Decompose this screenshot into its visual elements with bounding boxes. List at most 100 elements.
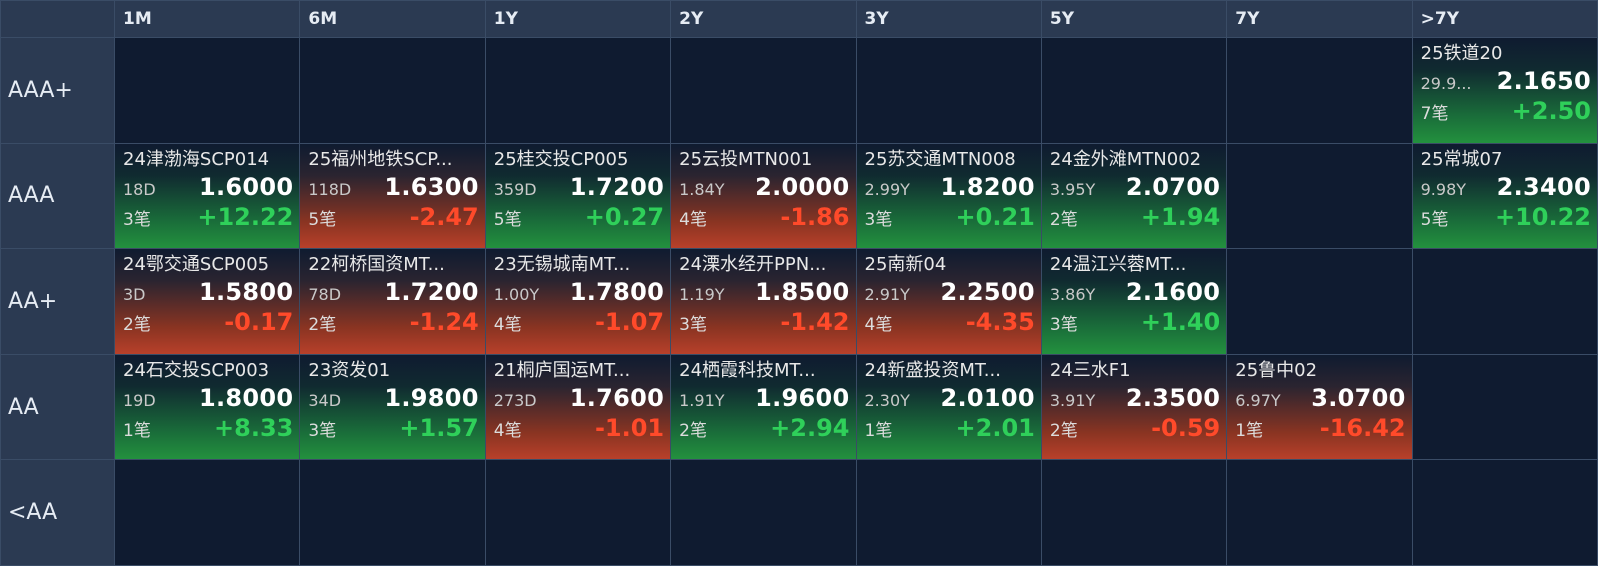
bond-trade-count: 3笔 bbox=[864, 209, 893, 230]
bond-trade-count: 4笔 bbox=[493, 315, 522, 336]
bond-term-yield-row: 3.95Y 2.0700 bbox=[1050, 172, 1220, 202]
grid-cell[interactable]: 23无锡城南MT... 1.00Y 1.7800 4笔 -1.07 bbox=[485, 249, 671, 354]
bond-remaining-term: 6.97Y bbox=[1235, 390, 1281, 410]
grid-cell[interactable]: 25云投MTN001 1.84Y 2.0000 4笔 -1.86 bbox=[671, 143, 856, 249]
bond-count-change-row: 2笔 +1.94 bbox=[1050, 202, 1220, 232]
col-header-5y[interactable]: 5Y bbox=[1041, 1, 1227, 37]
bond-card[interactable]: 24石交投SCP003 19D 1.8000 1笔 +8.33 bbox=[115, 354, 300, 460]
bond-count-change-row: 3笔 +1.57 bbox=[308, 413, 478, 443]
grid-cell[interactable]: 25福州地铁SCP... 118D 1.6300 5笔 -2.47 bbox=[300, 143, 485, 249]
bond-card[interactable]: 25苏交通MTN008 2.99Y 1.8200 3笔 +0.21 bbox=[856, 143, 1041, 249]
bond-term-yield-row: 1.19Y 1.8500 bbox=[679, 277, 849, 307]
bond-term-yield-row: 118D 1.6300 bbox=[308, 172, 478, 202]
grid-cell[interactable]: 24新盛投资MT... 2.30Y 2.0100 1笔 +2.01 bbox=[856, 354, 1041, 460]
bond-term-yield-row: 18D 1.6000 bbox=[123, 172, 293, 202]
grid-cell bbox=[1227, 143, 1412, 249]
grid-cell[interactable]: 24金外滩MTN002 3.95Y 2.0700 2笔 +1.94 bbox=[1041, 143, 1227, 249]
grid-cell bbox=[1412, 354, 1597, 460]
grid-cell[interactable]: 25苏交通MTN008 2.99Y 1.8200 3笔 +0.21 bbox=[856, 143, 1041, 249]
bond-term-yield-row: 78D 1.7200 bbox=[308, 277, 478, 307]
bond-term-yield-row: 34D 1.9800 bbox=[308, 383, 478, 413]
grid-cell bbox=[1227, 38, 1412, 143]
bond-card[interactable]: 25铁道20 29.9... 2.1650 7笔 +2.50 bbox=[1412, 38, 1597, 143]
bond-name: 24鄂交通SCP005 bbox=[123, 254, 270, 276]
bond-card[interactable]: 25常城07 9.98Y 2.3400 5笔 +10.22 bbox=[1412, 143, 1597, 249]
grid-cell bbox=[1041, 460, 1227, 565]
bond-count-change-row: 4笔 -1.07 bbox=[494, 307, 664, 337]
bond-count-change-row: 3笔 +1.40 bbox=[1050, 307, 1220, 337]
col-header-1y[interactable]: 1Y bbox=[485, 1, 671, 37]
bond-remaining-term: 2.30Y bbox=[864, 390, 910, 410]
bond-card[interactable]: 24鄂交通SCP005 3D 1.5800 2笔 -0.17 bbox=[115, 249, 300, 354]
bond-card[interactable]: 21桐庐国运MT... 273D 1.7600 4笔 -1.01 bbox=[485, 354, 671, 460]
bond-card[interactable]: 25桂交投CP005 359D 1.7200 5笔 +0.27 bbox=[485, 143, 671, 249]
bond-remaining-term: 18D bbox=[123, 179, 156, 199]
grid-cell[interactable]: 25铁道20 29.9... 2.1650 7笔 +2.50 bbox=[1412, 38, 1597, 143]
col-header-1m[interactable]: 1M bbox=[115, 1, 300, 37]
grid-cell[interactable]: 22柯桥国资MT... 78D 1.7200 2笔 -1.24 bbox=[300, 249, 485, 354]
row-header-rating[interactable]: AAA bbox=[1, 143, 114, 249]
grid-cell[interactable]: 25鲁中02 6.97Y 3.0700 1笔 -16.42 bbox=[1227, 354, 1412, 460]
bond-yield: 2.2500 bbox=[940, 278, 1035, 307]
bond-yield: 1.7200 bbox=[384, 278, 479, 307]
bond-card[interactable]: 24新盛投资MT... 2.30Y 2.0100 1笔 +2.01 bbox=[856, 354, 1041, 460]
grid-cell[interactable]: 23资发01 34D 1.9800 3笔 +1.57 bbox=[300, 354, 485, 460]
bond-term-yield-row: 6.97Y 3.0700 bbox=[1235, 383, 1405, 413]
row-header-rating[interactable]: <AA bbox=[1, 460, 114, 565]
bond-card[interactable]: 25南新04 2.91Y 2.2500 4笔 -4.35 bbox=[856, 249, 1041, 354]
bond-trade-count: 3笔 bbox=[308, 420, 337, 441]
bond-card[interactable]: 23无锡城南MT... 1.00Y 1.7800 4笔 -1.07 bbox=[485, 249, 671, 354]
bond-remaining-term: 34D bbox=[308, 390, 342, 410]
col-header-6m[interactable]: 6M bbox=[300, 1, 485, 37]
col-header-7y[interactable]: 7Y bbox=[1227, 1, 1412, 37]
bond-trade-count: 2笔 bbox=[1049, 420, 1078, 441]
col-header-3y[interactable]: 3Y bbox=[856, 1, 1041, 37]
grid-cell[interactable]: 25桂交投CP005 359D 1.7200 5笔 +0.27 bbox=[485, 143, 671, 249]
grid-cell[interactable]: 25南新04 2.91Y 2.2500 4笔 -4.35 bbox=[856, 249, 1041, 354]
bond-term-yield-row: 1.00Y 1.7800 bbox=[494, 277, 664, 307]
row-header-rating[interactable]: AAA+ bbox=[1, 38, 114, 143]
grid-cell[interactable]: 24津渤海SCP014 18D 1.6000 3笔 +12.22 bbox=[115, 143, 300, 249]
grid-cell[interactable]: 24温江兴蓉MT... 3.86Y 2.1600 3笔 +1.40 bbox=[1041, 249, 1227, 354]
bond-trade-count: 2笔 bbox=[679, 420, 707, 441]
bond-card[interactable]: 23资发01 34D 1.9800 3笔 +1.57 bbox=[300, 354, 485, 460]
grid-cell[interactable]: 24鄂交通SCP005 3D 1.5800 2笔 -0.17 bbox=[115, 249, 300, 354]
bond-yield: 2.3500 bbox=[1125, 383, 1221, 412]
bond-card[interactable]: 25云投MTN001 1.84Y 2.0000 4笔 -1.86 bbox=[671, 143, 856, 249]
bond-card[interactable]: 24三水F1 3.91Y 2.3500 2笔 -0.59 bbox=[1041, 354, 1227, 460]
grid-cell bbox=[1227, 460, 1412, 565]
bond-card[interactable]: 25福州地铁SCP... 118D 1.6300 5笔 -2.47 bbox=[300, 143, 485, 249]
bond-term-yield-row: 2.99Y 1.8200 bbox=[865, 172, 1035, 202]
bond-card[interactable]: 24溧水经开PPN... 1.19Y 1.8500 3笔 -1.42 bbox=[671, 249, 856, 354]
grid-cell[interactable]: 21桐庐国运MT... 273D 1.7600 4笔 -1.01 bbox=[485, 354, 671, 460]
grid-cell[interactable]: 24栖霞科技MT... 1.91Y 1.9600 2笔 +2.94 bbox=[671, 354, 856, 460]
bond-yield-change: -0.17 bbox=[224, 308, 294, 337]
bond-count-change-row: 5笔 -2.47 bbox=[308, 202, 478, 232]
bond-yield-change: +8.33 bbox=[214, 413, 294, 442]
bond-yield-change: -2.47 bbox=[409, 202, 479, 231]
bond-name: 21桐庐国运MT... bbox=[493, 359, 631, 381]
grid-cell[interactable]: 25常城07 9.98Y 2.3400 5笔 +10.22 bbox=[1412, 143, 1597, 249]
bond-card[interactable]: 25鲁中02 6.97Y 3.0700 1笔 -16.42 bbox=[1227, 354, 1412, 460]
grid-cell[interactable]: 24溧水经开PPN... 1.19Y 1.8500 3笔 -1.42 bbox=[671, 249, 856, 354]
bond-card[interactable]: 24金外滩MTN002 3.95Y 2.0700 2笔 +1.94 bbox=[1041, 143, 1227, 249]
col-header-over-7y[interactable]: >7Y bbox=[1412, 1, 1597, 37]
row-header-rating[interactable]: AA bbox=[1, 354, 114, 460]
bond-yield-change: +0.27 bbox=[584, 202, 665, 231]
grid-cell[interactable]: 24三水F1 3.91Y 2.3500 2笔 -0.59 bbox=[1041, 354, 1227, 460]
bond-yield-change: +2.50 bbox=[1511, 97, 1591, 125]
bond-name: 24津渤海SCP014 bbox=[123, 148, 270, 170]
grid-cell[interactable]: 24石交投SCP003 19D 1.8000 1笔 +8.33 bbox=[115, 354, 300, 460]
bond-trade-count: 7笔 bbox=[1420, 104, 1449, 124]
bond-card[interactable]: 22柯桥国资MT... 78D 1.7200 2笔 -1.24 bbox=[300, 249, 485, 354]
bond-card[interactable]: 24津渤海SCP014 18D 1.6000 3笔 +12.22 bbox=[115, 143, 300, 249]
bond-count-change-row: 3笔 +0.21 bbox=[865, 202, 1035, 232]
bond-term-yield-row: 3.91Y 2.3500 bbox=[1050, 383, 1220, 413]
col-header-2y[interactable]: 2Y bbox=[671, 1, 856, 37]
bond-count-change-row: 7笔 +2.50 bbox=[1421, 96, 1591, 126]
row-header-rating[interactable]: AA+ bbox=[1, 249, 114, 354]
bond-card[interactable]: 24栖霞科技MT... 1.91Y 1.9600 2笔 +2.94 bbox=[671, 354, 856, 460]
bond-remaining-term: 273D bbox=[493, 390, 537, 410]
bond-card[interactable]: 24温江兴蓉MT... 3.86Y 2.1600 3笔 +1.40 bbox=[1041, 249, 1227, 354]
bond-yield: 1.9600 bbox=[755, 383, 850, 412]
